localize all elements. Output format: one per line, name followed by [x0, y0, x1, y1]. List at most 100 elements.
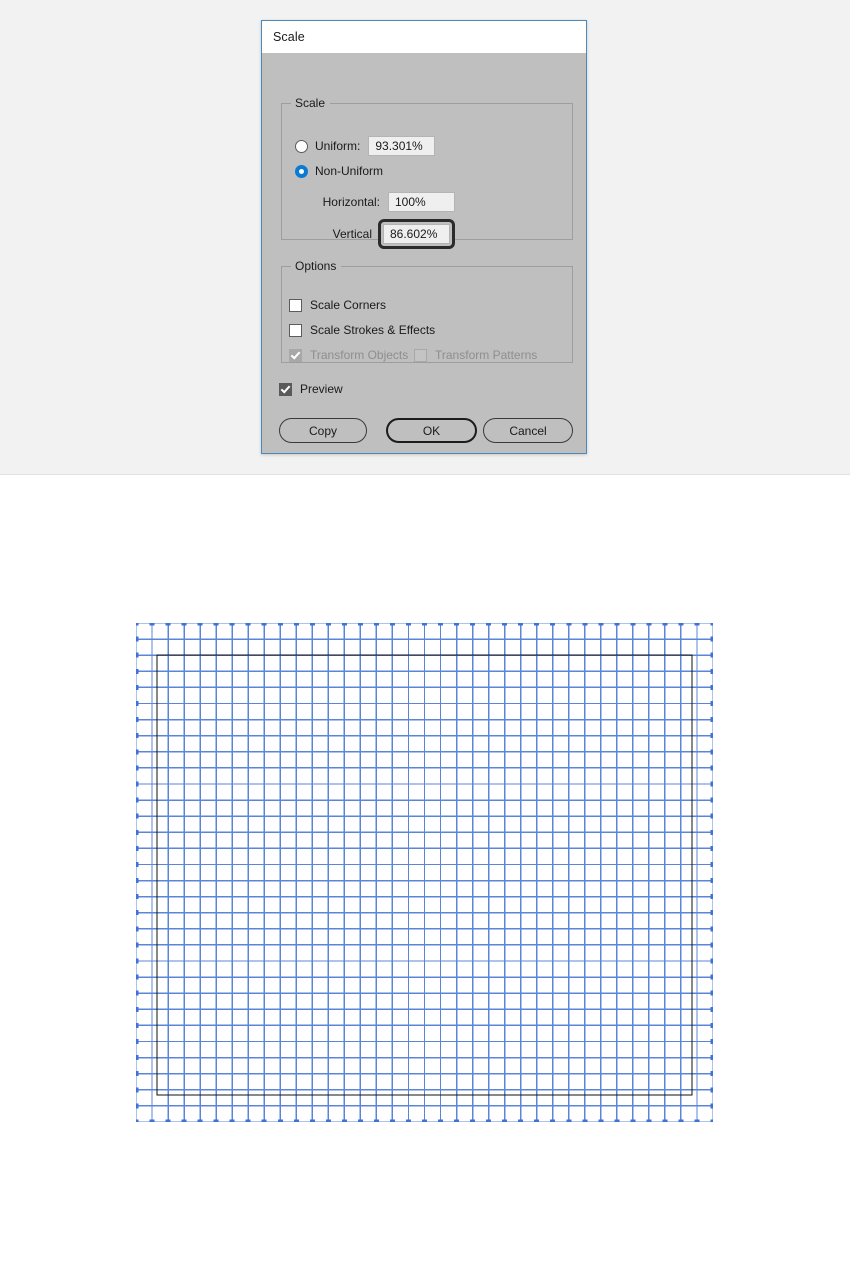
anchor-point — [566, 623, 572, 626]
anchor-point — [277, 1119, 283, 1122]
anchor-point — [614, 623, 620, 626]
horizontal-field-wrap: 100% — [388, 192, 455, 212]
anchor-point — [136, 926, 139, 932]
preview-checkbox[interactable] — [279, 382, 292, 396]
anchor-point — [694, 1119, 700, 1122]
anchor-point — [136, 990, 139, 996]
anchor-point — [213, 1119, 219, 1122]
anchor-point — [710, 652, 713, 658]
dialog-body: Scale Uniform: 93.301% Non-Uniform Horiz… — [262, 53, 586, 453]
ok-button[interactable]: OK — [386, 418, 477, 443]
horizontal-input[interactable]: 100% — [388, 192, 455, 212]
anchor-point — [710, 1103, 713, 1109]
anchor-point — [710, 942, 713, 948]
anchor-point — [136, 1087, 139, 1093]
anchor-point — [630, 1119, 636, 1122]
anchor-point — [293, 1119, 299, 1122]
anchor-point — [136, 668, 139, 674]
anchor-point — [678, 1119, 684, 1122]
anchor-point — [550, 623, 556, 626]
anchor-point — [136, 684, 139, 690]
anchor-point — [710, 990, 713, 996]
uniform-radio[interactable] — [295, 139, 308, 153]
anchor-point — [373, 623, 379, 626]
anchor-point — [710, 813, 713, 819]
cancel-button[interactable]: Cancel — [483, 418, 573, 443]
anchor-point — [710, 845, 713, 851]
anchor-point — [136, 894, 139, 900]
anchor-point — [710, 1022, 713, 1028]
artwork-canvas — [136, 623, 713, 1122]
transform-patterns-label: Transform Patterns — [435, 348, 538, 362]
uniform-field-wrap: 93.301% — [368, 136, 436, 156]
anchor-point — [518, 623, 524, 626]
scale-strokes-effects-checkbox[interactable] — [289, 323, 302, 337]
anchor-point — [136, 765, 139, 771]
vertical-field-focus-ring: 86.602% — [378, 219, 455, 249]
anchor-point — [136, 1022, 139, 1028]
anchor-point — [277, 623, 283, 626]
non-uniform-row[interactable]: Non-Uniform — [295, 164, 383, 178]
anchor-point — [136, 958, 139, 964]
anchor-point — [136, 700, 139, 706]
scale-corners-row[interactable]: Scale Corners — [289, 298, 386, 312]
anchor-point — [486, 1119, 492, 1122]
uniform-input[interactable]: 93.301% — [368, 136, 436, 156]
anchor-point — [229, 1119, 235, 1122]
anchor-point — [325, 623, 331, 626]
anchor-point — [710, 749, 713, 755]
anchor-point — [229, 623, 235, 626]
anchor-point — [181, 1119, 187, 1122]
anchor-point — [136, 733, 139, 739]
anchor-point — [710, 781, 713, 787]
anchor-point — [422, 623, 427, 626]
anchor-point — [136, 878, 139, 884]
copy-button[interactable]: Copy — [279, 418, 367, 443]
anchor-point — [373, 1119, 379, 1122]
anchor-point — [261, 623, 267, 626]
anchor-point — [341, 1119, 347, 1122]
anchor-point — [710, 974, 713, 980]
anchor-point — [582, 623, 588, 626]
anchor-point — [149, 623, 155, 626]
anchor-point — [630, 623, 636, 626]
anchor-point — [710, 1071, 713, 1077]
grid-artwork-svg[interactable] — [136, 623, 713, 1122]
anchor-point — [136, 781, 139, 787]
vertical-input[interactable]: 86.602% — [383, 224, 450, 244]
anchor-point — [582, 1119, 588, 1122]
anchor-point — [405, 623, 411, 626]
anchor-point — [245, 1119, 251, 1122]
anchor-point — [710, 636, 713, 642]
dialog-titlebar: Scale — [262, 21, 586, 53]
preview-row[interactable]: Preview — [279, 382, 343, 396]
anchor-point — [710, 878, 713, 884]
anchor-point — [357, 1119, 363, 1122]
anchor-point — [309, 623, 315, 626]
vertical-label: Vertical — [332, 227, 372, 241]
anchor-point — [454, 1119, 460, 1122]
horizontal-label: Horizontal: — [322, 195, 380, 209]
transform-patterns-checkbox — [414, 348, 427, 362]
anchor-point — [213, 623, 219, 626]
check-tick-icon — [280, 382, 291, 394]
scale-strokes-row[interactable]: Scale Strokes & Effects — [289, 323, 435, 337]
anchor-point — [197, 623, 203, 626]
uniform-row[interactable]: Uniform: 93.301% — [295, 136, 436, 156]
anchor-point — [136, 1006, 139, 1012]
scale-corners-checkbox[interactable] — [289, 298, 302, 312]
anchor-point — [136, 749, 139, 755]
anchor-point — [710, 1119, 713, 1122]
anchor-point — [197, 1119, 203, 1122]
anchor-point — [341, 623, 347, 626]
anchor-point — [136, 717, 139, 723]
anchor-point — [694, 623, 700, 626]
anchor-point — [518, 1119, 524, 1122]
non-uniform-radio[interactable] — [295, 164, 308, 178]
anchor-point — [502, 623, 508, 626]
anchor-point — [710, 894, 713, 900]
options-group-legend: Options — [291, 259, 342, 273]
horizontal-row: Horizontal: 100% — [295, 192, 455, 212]
non-uniform-label: Non-Uniform — [315, 164, 384, 178]
preview-label: Preview — [300, 382, 343, 396]
